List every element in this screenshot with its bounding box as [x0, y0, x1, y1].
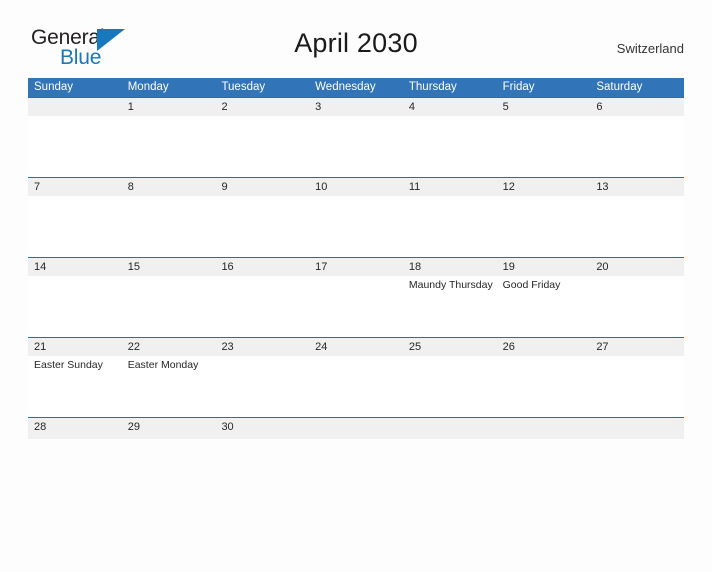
day-number: 13: [596, 181, 609, 193]
day-cell[interactable]: 12: [496, 178, 591, 257]
day-number: 6: [596, 101, 603, 113]
day-number: 15: [127, 261, 140, 273]
weekday-header-sunday: Sunday: [34, 81, 74, 93]
day-cell[interactable]: 3: [309, 98, 403, 177]
day-number: 23: [221, 341, 234, 353]
day-event: Good Friday: [502, 279, 561, 291]
day-number: 16: [221, 261, 234, 273]
day-cell[interactable]: 17: [309, 258, 403, 337]
page-header: General Blue April 2030 Switzerland: [28, 22, 684, 74]
day-number: 28: [34, 421, 47, 433]
day-number: 18: [408, 261, 422, 273]
week-row: 1 2 3 4 5 6: [28, 97, 685, 177]
day-number: 30: [221, 421, 234, 433]
day-number: 2: [221, 101, 228, 113]
day-cell[interactable]: 19 Good Friday: [496, 258, 591, 337]
day-number: 14: [34, 261, 47, 273]
day-cell[interactable]: 5: [496, 98, 591, 177]
week-row: 14 15 16 17 18 Maundy Thursday 19 Good F…: [28, 257, 685, 337]
week-row: 21 Easter Sunday 22 Easter Monday 23 24 …: [28, 337, 685, 417]
day-cell[interactable]: 18 Maundy Thursday: [402, 258, 497, 337]
day-number: 7: [34, 181, 41, 193]
day-number: 27: [596, 341, 609, 353]
day-cell[interactable]: [496, 418, 591, 439]
day-cell[interactable]: 25: [402, 338, 497, 417]
day-number: 25: [408, 341, 422, 353]
day-cell[interactable]: 11: [402, 178, 497, 257]
day-number: 12: [502, 181, 515, 193]
day-cell[interactable]: 8: [121, 178, 216, 257]
day-number: 1: [127, 101, 134, 113]
day-number: 22: [127, 341, 140, 353]
day-cell[interactable]: 14: [28, 258, 122, 337]
weekday-header-friday: Friday: [502, 81, 535, 93]
day-cell[interactable]: 26: [496, 338, 591, 417]
day-cell[interactable]: 24: [309, 338, 403, 417]
day-event: Easter Sunday: [34, 359, 103, 371]
day-number: 19: [502, 261, 515, 273]
day-cell[interactable]: 4: [402, 98, 497, 177]
weekday-header-tuesday: Tuesday: [221, 81, 266, 93]
weekday-header-saturday: Saturday: [596, 81, 643, 93]
weekday-header-row: Sunday Monday Tuesday Wednesday Thursday…: [28, 78, 684, 97]
day-cell[interactable]: [590, 418, 685, 439]
day-event: Easter Monday: [127, 359, 199, 371]
day-cell[interactable]: 2: [215, 98, 310, 177]
calendar-grid: Sunday Monday Tuesday Wednesday Thursday…: [28, 78, 685, 439]
day-cell[interactable]: 6: [590, 98, 685, 177]
day-number: 21: [34, 341, 47, 353]
weekday-header-thursday: Thursday: [408, 81, 457, 93]
day-event: Maundy Thursday: [408, 279, 493, 291]
day-cell[interactable]: 28: [28, 418, 122, 439]
day-number: 8: [127, 181, 134, 193]
country-label: Switzerland: [616, 41, 684, 56]
day-cell[interactable]: 13: [590, 178, 685, 257]
day-cell[interactable]: 16: [215, 258, 310, 337]
day-cell[interactable]: 20: [590, 258, 685, 337]
day-number: 24: [315, 341, 328, 353]
day-number: 4: [408, 101, 415, 113]
day-number: 10: [315, 181, 328, 193]
day-number: 20: [596, 261, 609, 273]
day-number: 29: [127, 421, 140, 433]
day-cell[interactable]: 30: [215, 418, 310, 439]
day-cell[interactable]: 10: [309, 178, 403, 257]
day-number: 5: [502, 101, 509, 113]
day-cell[interactable]: [402, 418, 497, 439]
day-number: 26: [502, 341, 515, 353]
day-number: 11: [408, 181, 421, 193]
week-row: 7 8 9 10 11 12 13: [28, 177, 685, 257]
day-cell[interactable]: 15: [121, 258, 216, 337]
day-number: 9: [221, 181, 228, 193]
day-cell[interactable]: 27: [590, 338, 685, 417]
day-number: 17: [315, 261, 328, 273]
day-cell[interactable]: 9: [215, 178, 310, 257]
day-cell[interactable]: 22 Easter Monday: [121, 338, 216, 417]
day-cell[interactable]: 1: [121, 98, 216, 177]
day-number: 3: [315, 101, 322, 113]
page-title: April 2030: [294, 28, 418, 58]
day-cell[interactable]: [28, 98, 122, 177]
weekday-header-monday: Monday: [127, 81, 169, 93]
week-row: 28 29 30: [28, 417, 685, 439]
day-cell[interactable]: 7: [28, 178, 122, 257]
calendar-page: General Blue April 2030 Switzerland Sund…: [0, 22, 712, 572]
day-cell[interactable]: [309, 418, 403, 439]
day-cell[interactable]: 23: [215, 338, 310, 417]
day-cell[interactable]: 21 Easter Sunday: [28, 338, 122, 417]
day-cell[interactable]: 29: [121, 418, 216, 439]
weekday-header-wednesday: Wednesday: [315, 81, 376, 93]
